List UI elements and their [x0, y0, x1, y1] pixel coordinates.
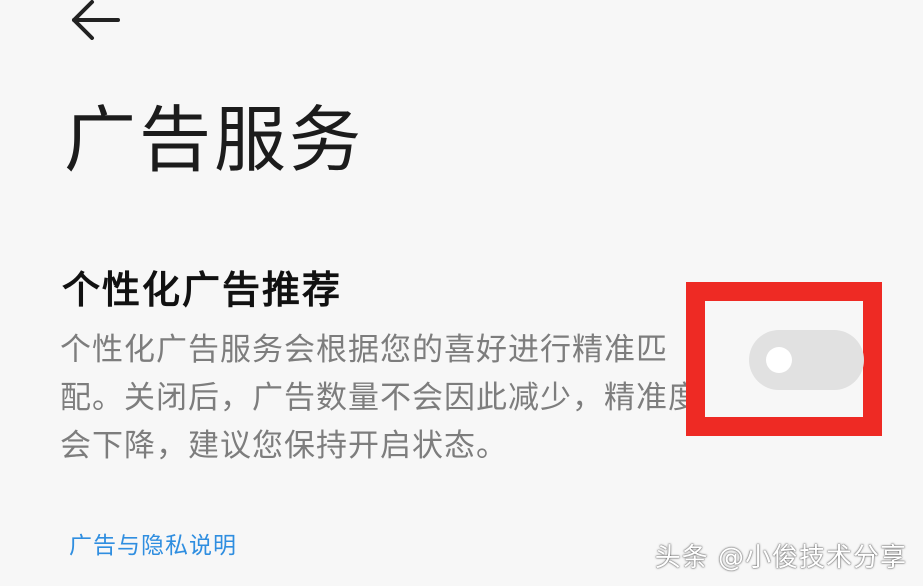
watermark: 头条 @小俊技术分享 [654, 543, 907, 573]
page-title: 广告服务 [64, 98, 365, 182]
back-button[interactable] [68, 0, 124, 40]
setting-title: 个性化广告推荐 [62, 268, 343, 312]
toggle-knob [766, 347, 792, 373]
setting-description: 个性化广告服务会根据您的喜好进行精准匹配。关闭后，广告数量不会因此减少，精准度会… [60, 332, 700, 464]
ads-privacy-link[interactable]: 广告与隐私说明 [69, 526, 237, 560]
arrow-left-icon [72, 0, 120, 40]
personalized-ads-toggle[interactable] [749, 330, 864, 390]
